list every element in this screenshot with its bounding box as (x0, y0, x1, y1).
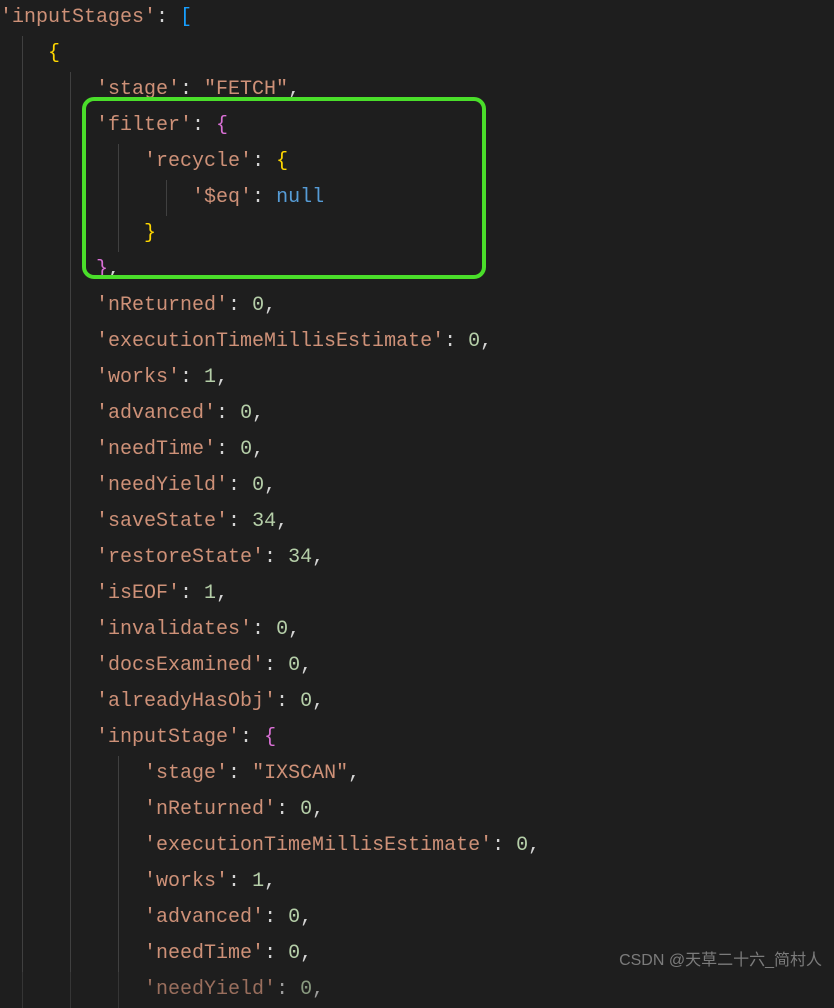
json-key: 'inputStage' (96, 726, 240, 749)
json-key: 'docsExamined' (96, 654, 264, 677)
json-value: "IXSCAN" (252, 762, 348, 785)
code-line: 'needYield': 0, (0, 972, 834, 1008)
json-key: 'needTime' (144, 942, 264, 965)
code-line: 'saveState': 34, (0, 504, 834, 540)
json-key: 'saveState' (96, 510, 228, 533)
json-key: 'recycle' (144, 150, 252, 173)
watermark: CSDN @天草二十六_简村人 (619, 947, 822, 976)
json-value: 0 (240, 438, 252, 461)
json-key: 'nReturned' (144, 798, 276, 821)
code-line: 'executionTimeMillisEstimate': 0, (0, 324, 834, 360)
json-key: 'alreadyHasObj' (96, 690, 276, 713)
json-key: 'advanced' (144, 906, 264, 929)
code-line: 'recycle': { (0, 144, 834, 180)
code-line: 'needTime': 0, (0, 432, 834, 468)
json-value: 0 (252, 294, 264, 317)
code-line: 'nReturned': 0, (0, 288, 834, 324)
code-line: 'stage': "FETCH", (0, 72, 834, 108)
json-value: 0 (288, 906, 300, 929)
json-value: null (276, 186, 324, 209)
json-value: 0 (300, 690, 312, 713)
code-line: 'executionTimeMillisEstimate': 0, (0, 828, 834, 864)
json-key: 'executionTimeMillisEstimate' (144, 834, 492, 857)
code-line: 'invalidates': 0, (0, 612, 834, 648)
json-value: 34 (288, 546, 312, 569)
json-value: 34 (252, 510, 276, 533)
json-value: 1 (204, 582, 216, 605)
code-line: 'stage': "IXSCAN", (0, 756, 834, 792)
json-value: 1 (204, 366, 216, 389)
json-key: 'needYield' (144, 978, 276, 1001)
json-key: 'restoreState' (96, 546, 264, 569)
code-line: '$eq': null (0, 180, 834, 216)
code-line: 'advanced': 0, (0, 900, 834, 936)
code-line: 'inputStages': [ (0, 0, 834, 36)
json-value: 0 (288, 942, 300, 965)
code-line: 'inputStage': { (0, 720, 834, 756)
code-line: 'advanced': 0, (0, 396, 834, 432)
json-key: 'needYield' (96, 474, 228, 497)
json-key: 'stage' (144, 762, 228, 785)
code-line: } (0, 216, 834, 252)
json-value: 0 (516, 834, 528, 857)
json-value: 0 (300, 798, 312, 821)
json-value: 0 (252, 474, 264, 497)
json-key: 'stage' (96, 78, 180, 101)
json-key: 'inputStages' (0, 6, 156, 29)
json-key: 'filter' (96, 114, 192, 137)
json-key: 'works' (96, 366, 180, 389)
json-key: 'executionTimeMillisEstimate' (96, 330, 444, 353)
json-value: 0 (300, 978, 312, 1001)
code-line: 'nReturned': 0, (0, 792, 834, 828)
json-key: 'advanced' (96, 402, 216, 425)
json-key: '$eq' (192, 186, 252, 209)
json-key: 'works' (144, 870, 228, 893)
code-line: { (0, 36, 834, 72)
code-line: 'works': 1, (0, 864, 834, 900)
code-line: 'needYield': 0, (0, 468, 834, 504)
json-key: 'isEOF' (96, 582, 180, 605)
code-line: 'alreadyHasObj': 0, (0, 684, 834, 720)
code-line: 'restoreState': 34, (0, 540, 834, 576)
json-value: 0 (468, 330, 480, 353)
json-value: 0 (276, 618, 288, 641)
code-line: }, (0, 252, 834, 288)
code-line: 'filter': { (0, 108, 834, 144)
json-value: 1 (252, 870, 264, 893)
code-block: 'inputStages': [ { 'stage': "FETCH", 'fi… (0, 0, 834, 1008)
code-line: 'isEOF': 1, (0, 576, 834, 612)
json-key: 'needTime' (96, 438, 216, 461)
json-value: "FETCH" (204, 78, 288, 101)
code-line: 'docsExamined': 0, (0, 648, 834, 684)
json-value: 0 (240, 402, 252, 425)
json-value: 0 (288, 654, 300, 677)
code-line: 'works': 1, (0, 360, 834, 396)
json-key: 'invalidates' (96, 618, 252, 641)
json-key: 'nReturned' (96, 294, 228, 317)
